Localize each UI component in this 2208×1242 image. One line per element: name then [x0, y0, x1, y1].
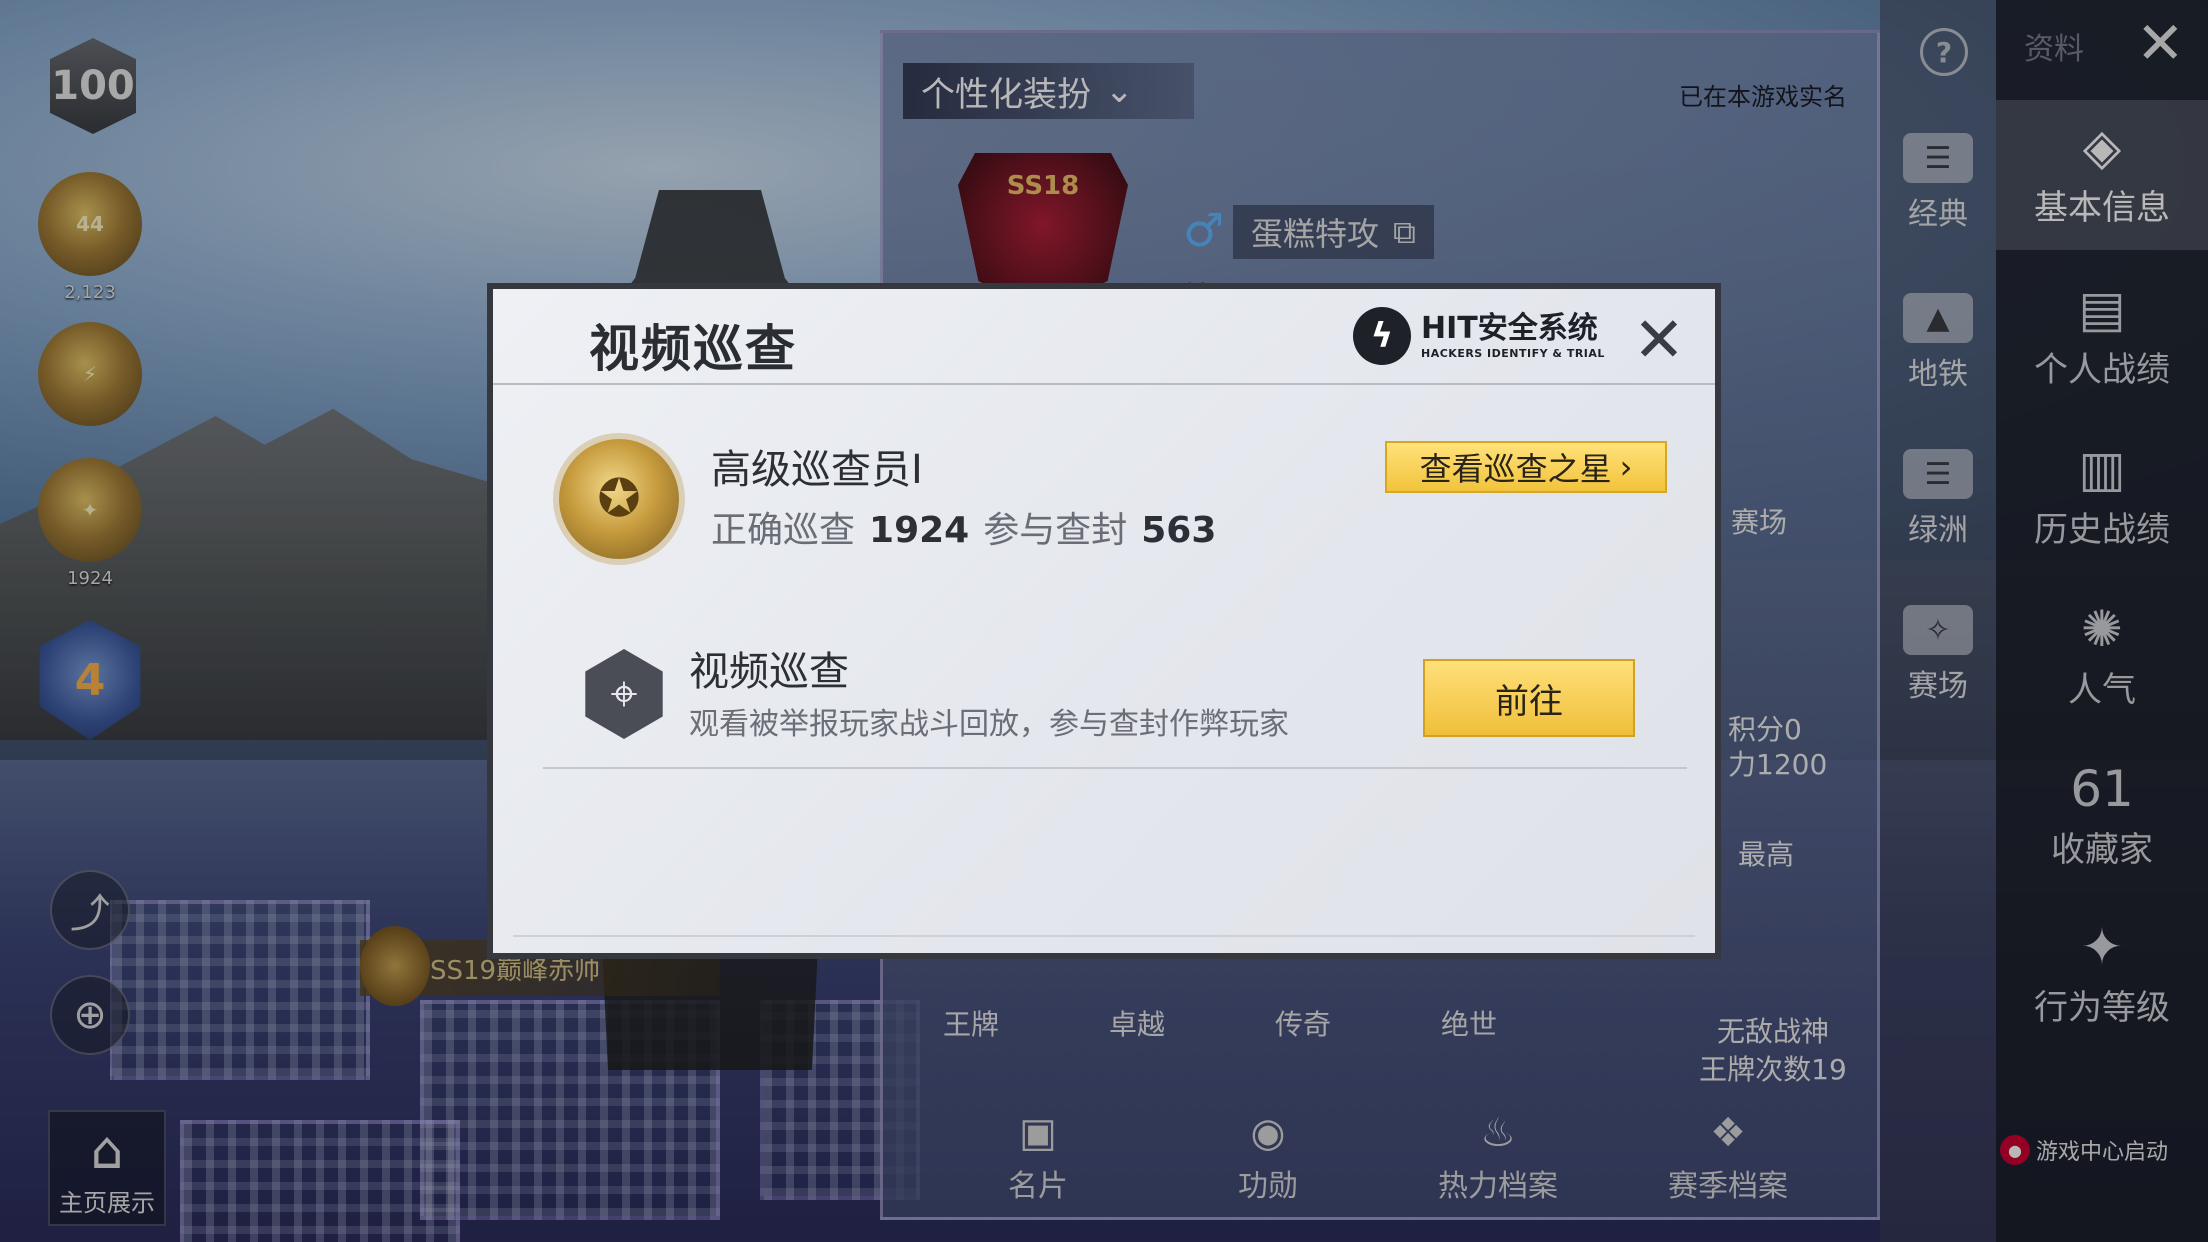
patrol-entry-desc: 观看被举报玩家战斗回放，参与查封作弊玩家 — [689, 707, 1289, 742]
video-patrol-dialog: 视频巡查 ϟ HIT安全系统 HACKERS IDENTIFY & TRIAL … — [487, 283, 1721, 959]
chevron-right-icon: › — [1619, 448, 1633, 486]
hit-logo-subtitle: HACKERS IDENTIFY & TRIAL — [1421, 346, 1605, 360]
patroller-rank-emblem: ✪ — [559, 439, 679, 559]
dialog-title: 视频巡查 — [589, 320, 797, 378]
divider — [493, 383, 1715, 385]
view-patrol-stars-label: 查看巡查之星 — [1419, 450, 1612, 488]
dialog-close-icon[interactable]: ✕ — [1633, 309, 1685, 371]
hit-security-logo: ϟ HIT安全系统 HACKERS IDENTIFY & TRIAL — [1353, 307, 1605, 365]
correct-patrol-label: 正确巡查 — [711, 510, 856, 551]
ban-participation-label: 参与查封 — [983, 510, 1128, 551]
hit-logo-icon: ϟ — [1353, 307, 1411, 365]
crosshair-icon: ⌖ — [585, 649, 663, 739]
patroller-rank: 高级巡查员I — [711, 447, 923, 493]
divider — [543, 767, 1687, 769]
hit-logo-title: HIT安全系统 — [1421, 310, 1598, 346]
patrol-stats: 正确巡查 1924 参与查封 563 — [711, 501, 1216, 553]
view-patrol-stars-button[interactable]: 查看巡查之星 › — [1385, 441, 1667, 493]
patrol-entry-title: 视频巡查 — [689, 649, 849, 695]
correct-patrol-value: 1924 — [869, 510, 970, 551]
ban-participation-value: 563 — [1141, 510, 1217, 551]
dialog-body: 视频巡查 ϟ HIT安全系统 HACKERS IDENTIFY & TRIAL … — [493, 289, 1715, 953]
go-button[interactable]: 前往 — [1423, 659, 1635, 737]
divider — [513, 935, 1695, 937]
